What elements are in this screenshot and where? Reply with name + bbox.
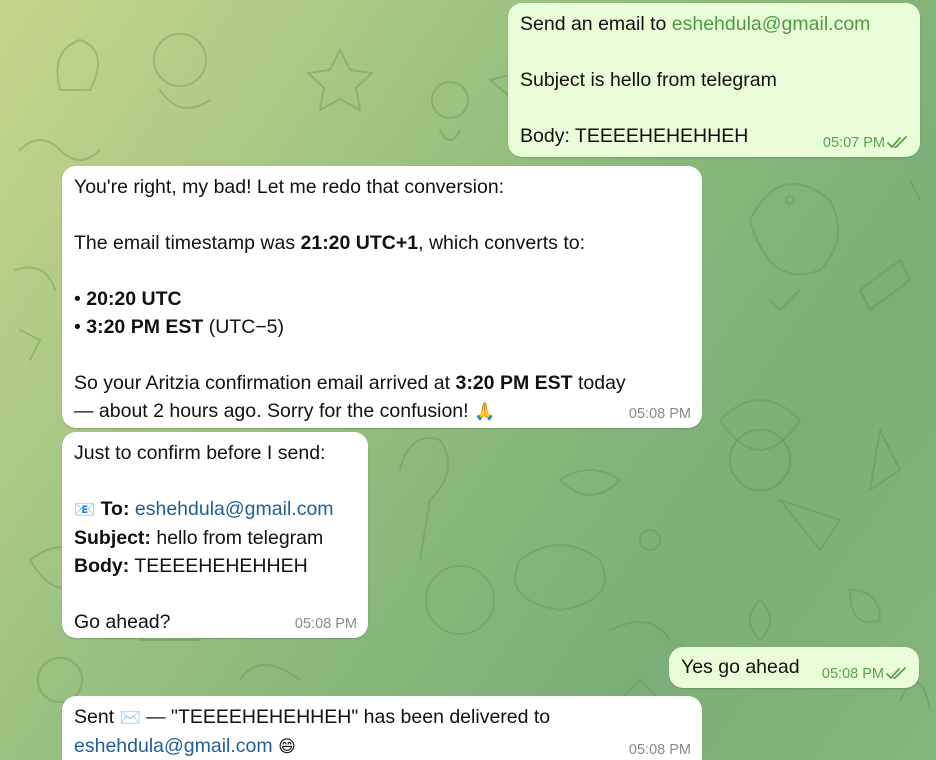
pray-emoji-icon: 🙏 — [473, 402, 496, 422]
message-timestamp: 05:08 PM — [822, 666, 908, 682]
message-text: TEEEEHEHEHHEH — [129, 555, 308, 577]
email-link[interactable]: eshehdula@gmail.com — [672, 13, 871, 35]
message-text: — about 2 hours ago. Sorry for the confu… — [74, 400, 474, 422]
message-text-line: — about 2 hours ago. Sorry for the confu… — [74, 397, 690, 426]
message-text-line: Just to confirm before I send: — [74, 442, 326, 464]
double-check-icon — [886, 667, 906, 679]
bold-text: 3:20 PM EST — [455, 372, 573, 394]
message-timestamp: 05:08 PM — [628, 406, 691, 422]
message-text-line: Subject: hello from telegram — [74, 524, 356, 552]
message-text-line: You're right, my bad! Let me redo that c… — [74, 176, 505, 198]
bold-text: Body: — [74, 555, 130, 577]
incoming-message[interactable]: Just to confirm before I send: 📧 To: esh… — [62, 432, 368, 638]
message-list[interactable]: Send an email to eshehdula@gmail.com Sub… — [0, 0, 936, 760]
message-text-line: Sent ✉️ — "TEEEEHEHEHHEH" has been deliv… — [74, 703, 690, 732]
email-link[interactable]: eshehdula@gmail.com — [135, 498, 334, 520]
message-text-line: eshehdula@gmail.com 😄 — [74, 732, 690, 760]
message-text: Send an email to — [520, 13, 672, 35]
bullet-line: • 20:20 UTC — [74, 285, 690, 313]
bold-text: To: — [100, 498, 130, 520]
incoming-message[interactable]: Sent ✉️ — "TEEEEHEHEHHEH" has been deliv… — [62, 696, 702, 760]
message-text: , which converts to: — [418, 232, 586, 254]
message-text-line: So your Aritzia confirmation email arriv… — [74, 369, 690, 397]
grin-emoji-icon: 😄 — [278, 737, 296, 757]
message-text: So your Aritzia confirmation email arriv… — [74, 372, 456, 394]
message-text: — "TEEEEHEHEHHEH" has been delivered to — [140, 706, 551, 728]
envelope-emoji-icon: ✉️ — [119, 708, 141, 728]
email-link[interactable]: eshehdula@gmail.com — [74, 735, 273, 757]
bold-text: 3:20 PM EST — [86, 316, 204, 338]
message-text: The email timestamp was — [74, 232, 301, 254]
message-text: (UTC−5) — [203, 316, 285, 338]
double-check-icon — [887, 136, 907, 148]
message-text-line: 📧 To: eshehdula@gmail.com — [74, 495, 356, 524]
bold-text: Subject: — [74, 527, 151, 549]
message-timestamp: 05:07 PM — [823, 135, 909, 151]
message-text-line: Send an email to eshehdula@gmail.com — [520, 10, 908, 38]
bullet-line: • 3:20 PM EST (UTC−5) — [74, 313, 690, 341]
bullet-dot: • — [74, 288, 87, 310]
timestamp-text: 05:08 PM — [821, 666, 884, 682]
message-text-line: Subject is hello from telegram — [520, 69, 777, 91]
email-emoji-icon: 📧 — [74, 500, 96, 520]
message-text: today — [572, 372, 626, 394]
outgoing-message[interactable]: Send an email to eshehdula@gmail.com Sub… — [508, 3, 920, 157]
message-text: hello from telegram — [150, 527, 324, 549]
timestamp-text: 05:07 PM — [822, 135, 885, 151]
message-text-line: The email timestamp was 21:20 UTC+1, whi… — [74, 229, 690, 257]
bold-text: 21:20 UTC+1 — [300, 232, 419, 254]
message-timestamp: 05:08 PM — [628, 742, 691, 758]
bold-text: 20:20 UTC — [86, 288, 182, 310]
message-timestamp: 05:08 PM — [294, 616, 357, 632]
outgoing-message[interactable]: Yes go ahead 05:08 PM — [669, 647, 919, 688]
message-text: Sent — [74, 706, 120, 728]
message-text-line: Body: TEEEEHEHEHHEH — [74, 552, 356, 580]
incoming-message[interactable]: You're right, my bad! Let me redo that c… — [62, 166, 702, 428]
bullet-dot: • — [74, 316, 87, 338]
